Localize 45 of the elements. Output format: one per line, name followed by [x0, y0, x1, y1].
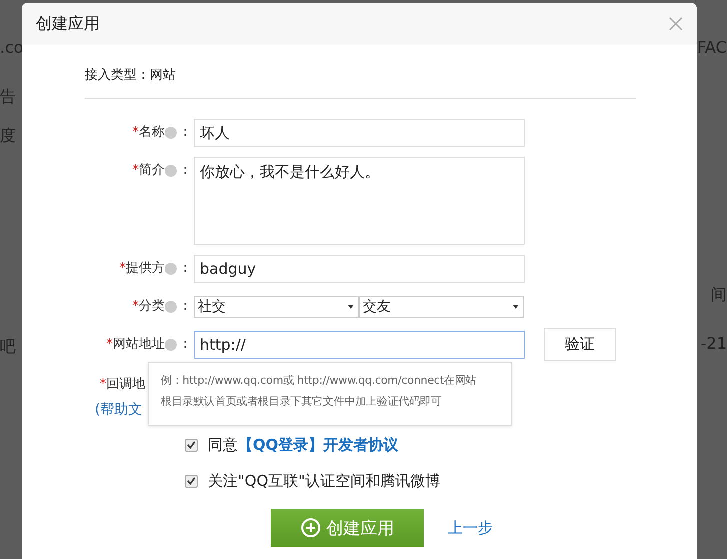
- text-field[interactable]: badguy: [194, 255, 525, 283]
- back-link[interactable]: 上一步: [448, 518, 493, 538]
- help-icon[interactable]: [165, 127, 177, 139]
- help-link[interactable]: (帮助文: [95, 401, 142, 419]
- access-type: 接入类型：网站: [85, 62, 636, 99]
- checkbox[interactable]: [185, 474, 198, 488]
- help-icon[interactable]: [165, 301, 177, 313]
- background-text: 吧: [0, 337, 16, 358]
- caret-icon: [513, 305, 519, 309]
- checkbox[interactable]: [185, 438, 198, 452]
- dialog-title: 创建应用: [36, 14, 100, 34]
- colon: ：: [178, 336, 193, 354]
- field-label: *提供方: [118, 260, 165, 278]
- dropdown[interactable]: 交友: [359, 296, 524, 318]
- dropdown[interactable]: 社交: [194, 296, 359, 318]
- background-text: 间: [711, 285, 727, 306]
- colon: ：: [178, 162, 193, 180]
- close-icon[interactable]: [669, 17, 683, 31]
- colon: ：: [178, 260, 193, 278]
- field-label: *名称: [132, 124, 165, 142]
- field-label: *回调地: [100, 376, 146, 394]
- background-text: .co: [0, 38, 24, 57]
- field-label: *网站地址: [106, 336, 165, 354]
- background-text: 度: [0, 126, 16, 147]
- agreement-link[interactable]: 【QQ登录】开发者协议: [238, 436, 399, 454]
- caret-icon: [348, 305, 354, 309]
- help-icon[interactable]: [165, 263, 177, 275]
- tooltip-text: 例：http://www.qq.com或 http://www.qq.com/connect在网站: [161, 373, 478, 388]
- colon: ：: [178, 298, 193, 316]
- background-text: FAC: [697, 38, 727, 57]
- text-field[interactable]: http://: [194, 331, 525, 359]
- text-area[interactable]: 你放心，我不是什么好人。: [194, 157, 525, 245]
- plus-circle-icon: [300, 518, 320, 538]
- text-field[interactable]: 坏人: [194, 119, 525, 147]
- field-label: *分类: [132, 298, 165, 316]
- colon: ：: [178, 124, 193, 142]
- background-text: 告: [0, 87, 16, 108]
- verify-button[interactable]: 验证: [544, 328, 616, 361]
- help-icon[interactable]: [165, 165, 177, 177]
- field-label: *简介: [132, 162, 165, 180]
- agreement-text: 关注"QQ互联"认证空间和腾讯微博: [208, 472, 440, 490]
- tooltip-text: 根目录默认首页或者根目录下其它文件中加上验证代码即可: [161, 394, 443, 409]
- agreement-text: 同意: [208, 436, 238, 454]
- background-text: -21: [700, 334, 727, 353]
- help-icon[interactable]: [165, 339, 177, 351]
